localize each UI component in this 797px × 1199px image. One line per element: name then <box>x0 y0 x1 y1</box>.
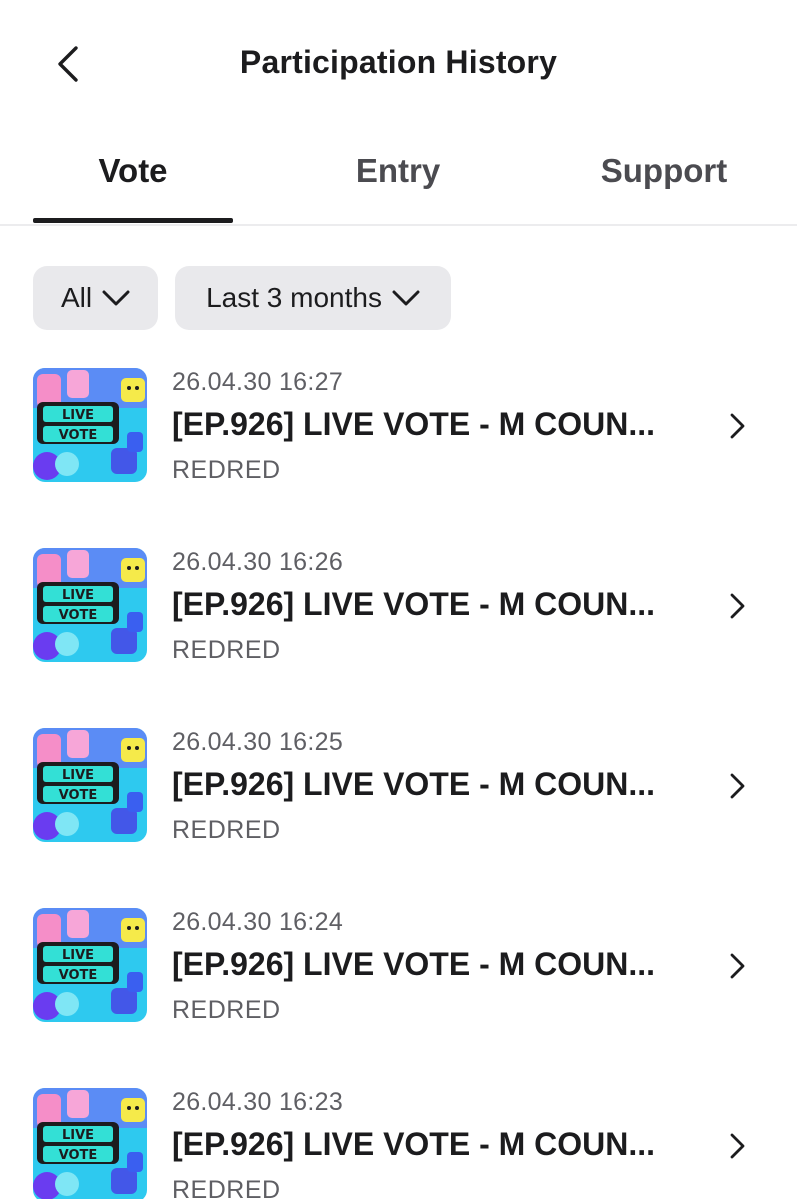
live-vote-thumbnail: LIVE VOTE <box>33 1088 147 1199</box>
voted-artist: REDRED <box>172 636 281 664</box>
vote-title: [EP.926] LIVE VOTE - M COUN... <box>172 766 656 802</box>
top-bar: Participation History <box>0 0 797 128</box>
vote-title: [EP.926] LIVE VOTE - M COUN... <box>172 586 656 622</box>
voted-artist: REDRED <box>172 816 281 844</box>
chevron-down-icon <box>102 290 130 306</box>
voted-artist: REDRED <box>172 1176 281 1199</box>
thumbnail-text-line1: LIVE <box>62 948 94 963</box>
tab-vote[interactable]: Vote <box>33 152 233 200</box>
tab-support[interactable]: Support <box>564 152 764 200</box>
thumbnail-text-line2: VOTE <box>59 608 98 623</box>
active-tab-indicator <box>33 218 233 223</box>
vote-title: [EP.926] LIVE VOTE - M COUN... <box>172 1126 656 1162</box>
voted-artist: REDRED <box>172 996 281 1024</box>
participation-datetime: 26.04.30 16:23 <box>172 1088 344 1116</box>
list-item[interactable]: LIVE VOTE 26.04.30 16:27 [EP.926] LIVE V… <box>0 368 797 518</box>
thumbnail-text-line1: LIVE <box>62 768 94 783</box>
participation-datetime: 26.04.30 16:24 <box>172 908 344 936</box>
list-item[interactable]: LIVE VOTE 26.04.30 16:25 [EP.926] LIVE V… <box>0 728 797 878</box>
live-vote-thumbnail: LIVE VOTE <box>33 548 147 662</box>
live-vote-thumbnail: LIVE VOTE <box>33 368 147 482</box>
period-filter-dropdown[interactable]: Last 3 months <box>175 266 451 330</box>
thumbnail-text-line1: LIVE <box>62 588 94 603</box>
chevron-right-icon <box>730 1133 745 1159</box>
thumbnail-text-line2: VOTE <box>59 788 98 803</box>
page-title: Participation History <box>239 44 558 80</box>
voted-artist: REDRED <box>172 456 281 484</box>
chevron-right-icon <box>730 413 745 439</box>
list-item[interactable]: LIVE VOTE 26.04.30 16:24 [EP.926] LIVE V… <box>0 908 797 1058</box>
live-vote-thumbnail: LIVE VOTE <box>33 908 147 1022</box>
vote-title: [EP.926] LIVE VOTE - M COUN... <box>172 406 656 442</box>
participation-datetime: 26.04.30 16:26 <box>172 548 344 576</box>
participation-datetime: 26.04.30 16:27 <box>172 368 344 396</box>
chevron-down-icon <box>392 290 420 306</box>
thumbnail-text-line2: VOTE <box>59 428 98 443</box>
list-item[interactable]: LIVE VOTE 26.04.30 16:23 [EP.926] LIVE V… <box>0 1088 797 1199</box>
tab-bar: Vote Entry Support <box>0 128 797 226</box>
category-filter-dropdown[interactable]: All <box>33 266 158 330</box>
thumbnail-text-line2: VOTE <box>59 968 98 983</box>
live-vote-thumbnail: LIVE VOTE <box>33 728 147 842</box>
category-filter-label: All <box>60 282 93 313</box>
list-item[interactable]: LIVE VOTE 26.04.30 16:26 [EP.926] LIVE V… <box>0 548 797 698</box>
vote-title: [EP.926] LIVE VOTE - M COUN... <box>172 946 656 982</box>
thumbnail-text-line2: VOTE <box>59 1148 98 1163</box>
thumbnail-text-line1: LIVE <box>62 408 94 423</box>
tab-entry[interactable]: Entry <box>298 152 498 200</box>
period-filter-label: Last 3 months <box>206 282 382 313</box>
chevron-right-icon <box>730 593 745 619</box>
chevron-right-icon <box>730 953 745 979</box>
chevron-right-icon <box>730 773 745 799</box>
thumbnail-text-line1: LIVE <box>62 1128 94 1143</box>
participation-datetime: 26.04.30 16:25 <box>172 728 344 756</box>
